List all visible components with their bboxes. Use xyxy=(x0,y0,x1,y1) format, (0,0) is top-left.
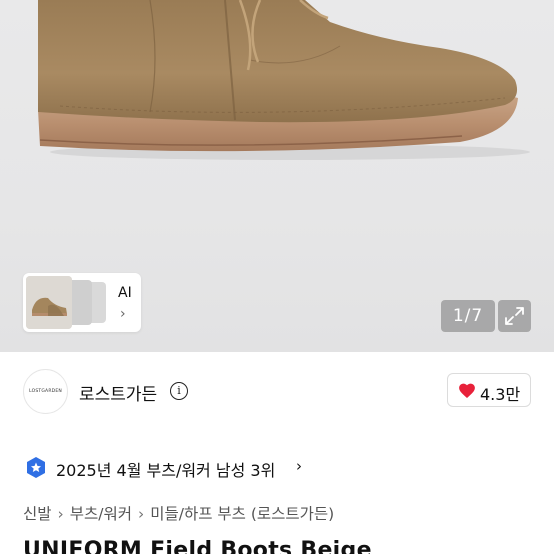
breadcrumb-item[interactable]: 미들/하프 부츠 (로스트가든) xyxy=(150,505,334,523)
thumbnail-stack xyxy=(26,276,106,329)
ranking-badge-icon xyxy=(27,457,45,478)
chevron-right-icon: › xyxy=(120,306,126,322)
seller-name[interactable]: 로스트가든 xyxy=(79,380,157,405)
breadcrumb-separator: › xyxy=(138,505,145,523)
expand-button[interactable] xyxy=(498,300,531,332)
product-title: UNIFORM Field Boots Beige xyxy=(23,538,372,554)
heart-icon xyxy=(459,383,475,398)
like-count: 4.3만 xyxy=(480,385,521,404)
chevron-right-icon[interactable]: › xyxy=(296,457,302,475)
breadcrumb-item[interactable]: 부츠/워커 xyxy=(70,505,132,523)
seller-logo[interactable]: LOSTGARDEN xyxy=(23,369,68,414)
image-counter: 1/7 xyxy=(441,300,495,332)
ai-label: AI xyxy=(118,285,132,301)
seller-logo-text: LOSTGARDEN xyxy=(29,389,62,394)
like-button[interactable]: 4.3만 xyxy=(447,373,531,407)
breadcrumb: 신발 › 부츠/워커 › 미들/하프 부츠 (로스트가든) xyxy=(23,502,334,524)
expand-icon xyxy=(505,307,524,325)
breadcrumb-separator: › xyxy=(57,505,64,523)
thumbnail-1 xyxy=(26,276,72,329)
breadcrumb-item[interactable]: 신발 xyxy=(23,505,52,523)
product-image-gallery[interactable]: AI › 1/7 xyxy=(0,0,554,352)
ai-thumbnail-strip[interactable]: AI › xyxy=(23,273,141,332)
info-icon[interactable]: i xyxy=(170,382,188,400)
ranking-text[interactable]: 2025년 4월 부츠/워커 남성 3위 xyxy=(56,457,275,481)
